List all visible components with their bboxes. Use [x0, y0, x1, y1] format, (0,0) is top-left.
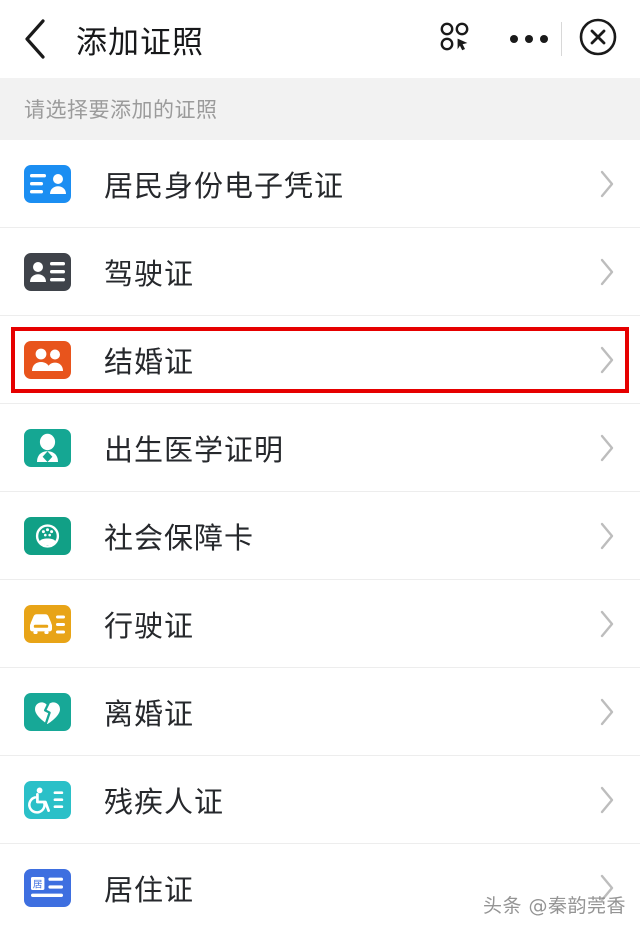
- driver-license-card-icon: [24, 253, 71, 291]
- page-header: 添加证照: [0, 0, 640, 78]
- residence-permit-icon: 居: [24, 869, 71, 907]
- chevron-right-icon: [599, 433, 616, 463]
- back-button[interactable]: [22, 16, 58, 62]
- list-item-label: 行驶证: [104, 611, 195, 643]
- close-button[interactable]: [576, 17, 620, 61]
- miniprogram-menu-icon: [438, 20, 472, 59]
- list-item-label: 驾驶证: [104, 259, 195, 291]
- chevron-left-icon: [22, 18, 48, 60]
- miniprogram-menu-button[interactable]: [437, 21, 473, 57]
- list-item-label: 残疾人证: [104, 787, 225, 819]
- chevron-right-icon: [599, 609, 616, 639]
- list-item-social-security-card[interactable]: 社会保障卡: [0, 492, 640, 580]
- broken-heart-icon: [24, 693, 71, 731]
- app-screen: 添加证照 请选择要添加的证照 居民身份电子凭证 驾驶证 结婚证 出生医学证明 社…: [0, 0, 640, 928]
- list-item-disability-certificate[interactable]: 残疾人证: [0, 756, 640, 844]
- chevron-right-icon: [599, 785, 616, 815]
- list-item-label: 结婚证: [104, 347, 195, 379]
- section-header: 请选择要添加的证照: [0, 78, 640, 140]
- list-item-driver-license[interactable]: 驾驶证: [0, 228, 640, 316]
- certificate-list: 居民身份电子凭证 驾驶证 结婚证 出生医学证明 社会保障卡 行驶证 离婚证 残疾…: [0, 140, 640, 928]
- watermark: 头条 @秦韵莞香: [482, 895, 626, 917]
- chevron-right-icon: [599, 697, 616, 727]
- list-item-label: 社会保障卡: [104, 523, 255, 555]
- baby-icon: [24, 429, 71, 467]
- chevron-right-icon: [599, 257, 616, 287]
- list-item-birth-certificate[interactable]: 出生医学证明: [0, 404, 640, 492]
- page-title: 添加证照: [76, 24, 204, 60]
- more-dots-icon: [540, 35, 548, 43]
- car-card-icon: [24, 605, 71, 643]
- header-divider: [561, 22, 562, 56]
- chevron-right-icon: [599, 521, 616, 551]
- list-item-label: 离婚证: [104, 699, 195, 731]
- more-dots-icon: [525, 35, 533, 43]
- wheelchair-card-icon: [24, 781, 71, 819]
- list-item-label: 出生医学证明: [104, 435, 285, 467]
- more-dots-icon: [510, 35, 518, 43]
- list-item-vehicle-license[interactable]: 行驶证: [0, 580, 640, 668]
- chevron-right-icon: [599, 169, 616, 199]
- chevron-right-icon: [599, 345, 616, 375]
- header-actions: [437, 17, 640, 61]
- couple-icon: [24, 341, 71, 379]
- list-item-id-card[interactable]: 居民身份电子凭证: [0, 140, 640, 228]
- close-circle-icon: [578, 17, 618, 62]
- social-security-emblem-icon: [24, 517, 71, 555]
- list-item-label: 居民身份电子凭证: [104, 171, 345, 203]
- list-item-divorce-certificate[interactable]: 离婚证: [0, 668, 640, 756]
- svg-text:居: 居: [33, 879, 43, 890]
- list-item-label: 居住证: [104, 875, 195, 907]
- id-card-icon: [24, 165, 71, 203]
- list-item-marriage-certificate[interactable]: 结婚证: [0, 316, 640, 404]
- section-header-label: 请选择要添加的证照: [24, 99, 218, 122]
- more-options-button[interactable]: [503, 21, 555, 57]
